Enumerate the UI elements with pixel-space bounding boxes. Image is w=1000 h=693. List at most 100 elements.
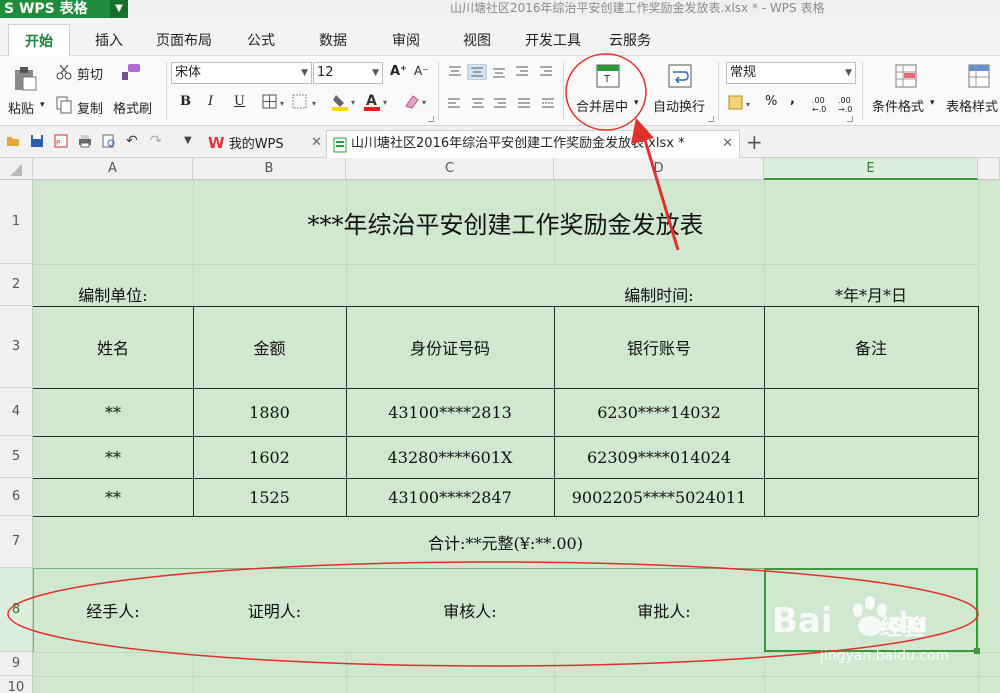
export-pdf-icon[interactable]: P	[54, 134, 68, 148]
format-painter-button[interactable]: 格式刷	[113, 98, 152, 117]
cut-button[interactable]: 剪切	[77, 64, 103, 83]
data-cell[interactable]: **	[33, 478, 193, 516]
paste-button[interactable]: 粘贴	[8, 98, 34, 117]
column-header-f[interactable]	[978, 158, 1000, 180]
wrap-text-button[interactable]: 自动换行	[653, 96, 705, 115]
close-icon[interactable]: ✕	[311, 130, 322, 156]
data-cell[interactable]: 1602	[193, 436, 346, 478]
data-cell[interactable]: 43280****601X	[346, 436, 554, 478]
copy-icon[interactable]	[56, 96, 72, 114]
header-name-cell[interactable]: 姓名	[33, 306, 193, 388]
new-tab-icon[interactable]: +	[746, 130, 763, 154]
paste-icon[interactable]	[12, 66, 38, 92]
header-amount-cell[interactable]: 金额	[193, 306, 346, 388]
signature-handler-cell[interactable]: 经手人:	[33, 568, 193, 652]
signature-approver-cell[interactable]: 审批人:	[574, 568, 754, 652]
tab-my-wps[interactable]: W 我的WPS ✕	[200, 130, 322, 158]
row-header-7[interactable]: 7	[0, 516, 33, 568]
vertical-align-icons[interactable]	[446, 64, 558, 80]
chevron-down-icon[interactable]: ▾	[40, 100, 45, 110]
tab-review[interactable]: 审阅	[392, 30, 420, 50]
chevron-down-icon[interactable]: ▼	[110, 0, 128, 18]
print-icon[interactable]	[78, 134, 92, 148]
underline-button[interactable]: U	[234, 94, 245, 109]
row-header-9[interactable]: 9	[0, 652, 33, 676]
tab-developer[interactable]: 开发工具	[525, 30, 581, 50]
data-cell[interactable]: 43100****2847	[346, 478, 554, 516]
merge-cells-icon[interactable]: ▾	[292, 94, 326, 110]
tab-start[interactable]: 开始	[8, 24, 70, 57]
merge-center-icon[interactable]: T	[596, 64, 620, 88]
tab-insert[interactable]: 插入	[95, 30, 123, 50]
row-header-10[interactable]: 10	[0, 676, 33, 693]
undo-icon[interactable]: ↶	[126, 133, 138, 149]
data-cell[interactable]: 62309****014024	[554, 436, 764, 478]
clear-format-icon[interactable]: ▾	[403, 92, 431, 112]
close-icon[interactable]: ✕	[722, 131, 733, 157]
grow-font-button[interactable]: A⁺	[390, 64, 407, 79]
unit-label-cell[interactable]: 编制单位:	[33, 264, 193, 306]
data-cell[interactable]: **	[33, 388, 193, 436]
format-painter-icon[interactable]	[120, 62, 142, 82]
scissors-icon[interactable]	[56, 64, 72, 80]
comma-style-button[interactable]: ,	[790, 92, 795, 107]
row-header-8[interactable]: 8	[0, 568, 33, 652]
copy-button[interactable]: 复制	[77, 98, 103, 117]
save-icon[interactable]	[30, 134, 44, 148]
tab-data[interactable]: 数据	[319, 30, 347, 50]
chevron-down-icon[interactable]: ▼	[845, 63, 852, 83]
tab-page-layout[interactable]: 页面布局	[156, 30, 212, 50]
tab-current-document[interactable]: 山川塘社区2016年综治平安创建工作奖励金发放表.xlsx * ✕	[326, 130, 740, 158]
row-header-3[interactable]: 3	[0, 306, 33, 388]
data-cell[interactable]: 6230****14032	[554, 388, 764, 436]
wrap-text-icon[interactable]	[668, 64, 692, 88]
italic-button[interactable]: I	[208, 94, 213, 109]
total-cell[interactable]: 合计:**元整(¥:**.00)	[33, 516, 978, 568]
bold-button[interactable]: B	[180, 94, 191, 109]
row-header-6[interactable]: 6	[0, 478, 33, 516]
row-header-2[interactable]: 2	[0, 264, 33, 306]
header-id-number-cell[interactable]: 身份证号码	[346, 306, 554, 388]
row-header-5[interactable]: 5	[0, 436, 33, 478]
tab-cloud-service[interactable]: 云服务	[609, 30, 651, 50]
column-header-a[interactable]: A	[33, 158, 193, 180]
fill-color-icon[interactable]: ▾	[332, 92, 360, 112]
chevron-down-icon[interactable]: ▾	[634, 98, 639, 108]
conditional-format-button[interactable]: 条件格式	[872, 96, 924, 115]
font-size-select[interactable]: 12 ▼	[313, 62, 383, 84]
header-remarks-cell[interactable]: 备注	[764, 306, 978, 388]
select-all-corner[interactable]	[0, 158, 33, 180]
data-cell[interactable]: 9002205****5024011	[554, 478, 764, 516]
border-icon[interactable]: ▾	[262, 94, 288, 110]
dialog-launcher-icon[interactable]	[428, 116, 434, 122]
column-header-b[interactable]: B	[193, 158, 346, 180]
tab-view[interactable]: 视图	[463, 30, 491, 50]
number-format-select[interactable]: 常规 ▼	[726, 62, 856, 84]
time-label-cell[interactable]: 编制时间:	[554, 264, 764, 306]
table-style-button[interactable]: 表格样式	[946, 96, 998, 115]
font-name-select[interactable]: 宋体 ▼	[171, 62, 312, 84]
dialog-launcher-icon[interactable]	[708, 116, 714, 122]
column-header-e[interactable]: E	[764, 158, 978, 180]
signature-witness-cell[interactable]: 证明人:	[193, 568, 356, 652]
column-header-c[interactable]: C	[346, 158, 554, 180]
row-header-4[interactable]: 4	[0, 388, 33, 436]
column-header-d[interactable]: D	[554, 158, 764, 180]
redo-icon[interactable]: ↷	[150, 133, 162, 149]
dialog-launcher-icon[interactable]	[847, 116, 853, 122]
merge-center-button[interactable]: 合并居中	[576, 96, 628, 115]
chevron-down-icon[interactable]: ▾	[930, 98, 935, 108]
horizontal-align-icons[interactable]	[446, 96, 558, 112]
wps-app-menu-button[interactable]: S WPS 表格 ▼	[0, 0, 128, 18]
data-cell[interactable]: **	[33, 436, 193, 478]
table-style-icon[interactable]	[968, 64, 990, 88]
header-bank-account-cell[interactable]: 银行账号	[554, 306, 764, 388]
chevron-down-icon[interactable]: ▼	[372, 63, 379, 83]
open-folder-icon[interactable]	[6, 135, 20, 147]
conditional-format-icon[interactable]	[895, 64, 917, 88]
signature-reviewer-cell[interactable]: 审核人:	[380, 568, 560, 652]
sheet-title-cell[interactable]: ***年综治平安创建工作奖励金发放表	[33, 180, 978, 264]
data-cell[interactable]: 1880	[193, 388, 346, 436]
fill-handle[interactable]	[974, 648, 980, 654]
time-value-cell[interactable]: *年*月*日	[764, 264, 978, 306]
